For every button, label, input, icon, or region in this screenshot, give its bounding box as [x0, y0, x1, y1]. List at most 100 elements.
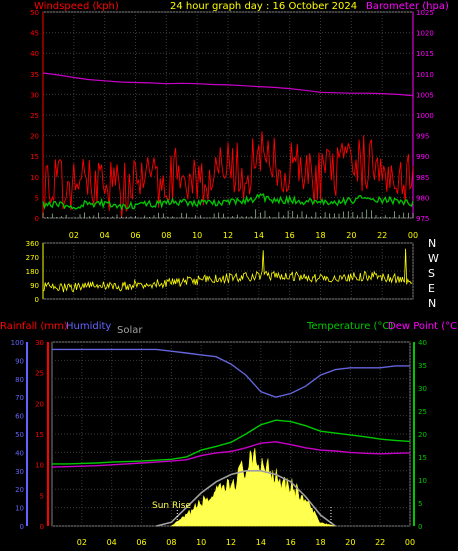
panel1-x-tick: 12	[223, 231, 233, 240]
panel1-x-tick: 06	[130, 231, 140, 240]
panel2-y-tick: 0	[35, 296, 39, 304]
panel2-y-tick: 360	[26, 240, 39, 248]
humidity-tick: 60	[15, 413, 24, 421]
temp-tick: 0	[418, 523, 422, 531]
panel3-x-tick: 04	[107, 538, 117, 547]
panel1-x-tick: 10	[192, 231, 202, 240]
panel1-right-tick: 985	[416, 174, 429, 182]
panel1-left-tick: 15	[30, 153, 39, 161]
solar-label: Solar	[117, 325, 143, 336]
rain-tick: 15	[35, 431, 44, 439]
panel1-left-tick: 40	[30, 50, 39, 58]
windspeed-label: Windspeed (kph)	[34, 1, 119, 12]
panel3-x-tick: 10	[196, 538, 206, 547]
rain-tick: 30	[35, 339, 44, 347]
compass-e: E	[428, 282, 435, 295]
panel1-right-axis: 975980985990995100010051010101510201025	[416, 9, 434, 223]
weather-graph: 05101520253035404550 9759809859909951000…	[0, 1, 458, 547]
panel1-x-tick: 00	[408, 231, 418, 240]
humidity-label: Humidity	[66, 321, 111, 332]
panel1-x-tick: 04	[100, 231, 110, 240]
rain-tick: 5	[40, 492, 44, 500]
panel1-left-tick: 35	[30, 71, 39, 79]
panel1-x-axis: 02 04 06 08 10 12 14 16 18 20 22 00	[69, 231, 418, 240]
rain-tick: 25	[35, 370, 44, 378]
temperature-label: Temperature (°C)	[306, 321, 393, 332]
panel3-humidity-axis: 0 10 20 30 40 50 60 70 80 90 100	[11, 339, 24, 531]
humidity-tick: 40	[15, 449, 24, 457]
sunrise-annotation: Sun Rise	[152, 501, 191, 511]
temp-humidity-solar-panel: Rainfall (mm) Humidity Solar Temperature…	[0, 321, 458, 547]
temp-tick: 40	[418, 339, 427, 347]
panel3-temp-axis: 0 5 10 15 20 25 30 35 40	[418, 339, 427, 531]
panel1-left-tick: 5	[35, 194, 39, 202]
panel3-x-tick: 08	[166, 538, 176, 547]
panel3-x-axis: 02 04 06 08 10 12 14 16 18 20 22 00	[77, 538, 415, 547]
temp-tick: 15	[418, 454, 427, 462]
panel3-x-tick: 02	[77, 538, 87, 547]
dewpoint-label: Dew Point (°C)	[388, 321, 458, 332]
panel1-right-tick: 1020	[416, 30, 434, 38]
panel2-y-tick: 90	[30, 282, 39, 290]
panel2-y-tick: 270	[26, 254, 39, 262]
panel1-x-tick: 08	[161, 231, 171, 240]
humidity-tick: 30	[15, 468, 24, 476]
humidity-tick: 100	[11, 339, 24, 347]
panel1-left-tick: 30	[30, 91, 39, 99]
panel1-right-tick: 1000	[416, 112, 434, 120]
panel1-x-tick: 14	[254, 231, 264, 240]
panel1-right-tick: 975	[416, 215, 429, 223]
panel1-x-tick: 20	[346, 231, 356, 240]
temp-tick: 25	[418, 408, 427, 416]
panel1-left-tick: 10	[30, 174, 39, 182]
compass-s: S	[428, 267, 435, 280]
rain-tick: 20	[35, 400, 44, 408]
compass-n-top: N	[428, 237, 436, 250]
panel1-right-tick: 1015	[416, 50, 434, 58]
temp-tick: 20	[418, 431, 427, 439]
temp-tick: 30	[418, 385, 427, 393]
panel1-left-axis: 05101520253035404550	[30, 9, 39, 223]
panel1-x-tick: 02	[69, 231, 79, 240]
panel1-x-tick: 18	[315, 231, 325, 240]
panel3-x-tick: 06	[136, 538, 146, 547]
panel3-x-tick: 22	[375, 538, 385, 547]
rain-tick: 10	[35, 462, 44, 470]
panel2-y-tick: 180	[26, 268, 39, 276]
panel1-left-tick: 25	[30, 112, 39, 120]
panel3-x-tick: 18	[315, 538, 325, 547]
temp-tick: 5	[418, 500, 422, 508]
panel3-x-tick: 00	[405, 538, 415, 547]
rainfall-label: Rainfall (mm)	[0, 321, 68, 332]
humidity-tick: 90	[15, 357, 24, 365]
panel3-x-tick: 16	[286, 538, 296, 547]
panel1-right-tick: 1005	[416, 91, 434, 99]
humidity-tick: 10	[15, 505, 24, 513]
temp-tick: 35	[418, 362, 427, 370]
rain-tick: 0	[40, 523, 44, 531]
humidity-tick: 0	[20, 523, 24, 531]
humidity-tick: 50	[15, 431, 24, 439]
compass-w: W	[428, 252, 439, 265]
temp-tick: 10	[418, 477, 427, 485]
panel3-x-tick: 14	[256, 538, 266, 547]
compass-n-bottom: N	[428, 297, 436, 310]
panel1-left-tick: 45	[30, 30, 39, 38]
barometer-label: Barometer (hpa)	[366, 1, 449, 12]
panel1-right-tick: 980	[416, 194, 429, 202]
panel1-x-tick: 22	[377, 231, 387, 240]
panel1-right-tick: 1010	[416, 71, 434, 79]
panel1-x-tick: 16	[285, 231, 295, 240]
panel2-y-axis: 0 90 180 270 360	[26, 240, 39, 304]
panel1-right-tick: 995	[416, 133, 429, 141]
panel3-x-tick: 20	[345, 538, 355, 547]
graph-title: 24 hour graph day : 16 October 2024	[170, 1, 357, 12]
panel1-left-tick: 0	[35, 215, 39, 223]
panel1-left-tick: 20	[30, 133, 39, 141]
wind-direction-panel: 0 90 180 270 360 N W S E N	[26, 237, 439, 310]
panel3-rain-axis: 0 5 10 15 20 25 30	[35, 339, 44, 531]
humidity-tick: 70	[15, 394, 24, 402]
humidity-tick: 80	[15, 376, 24, 384]
panel1-right-tick: 990	[416, 153, 429, 161]
panel3-x-tick: 12	[226, 538, 236, 547]
